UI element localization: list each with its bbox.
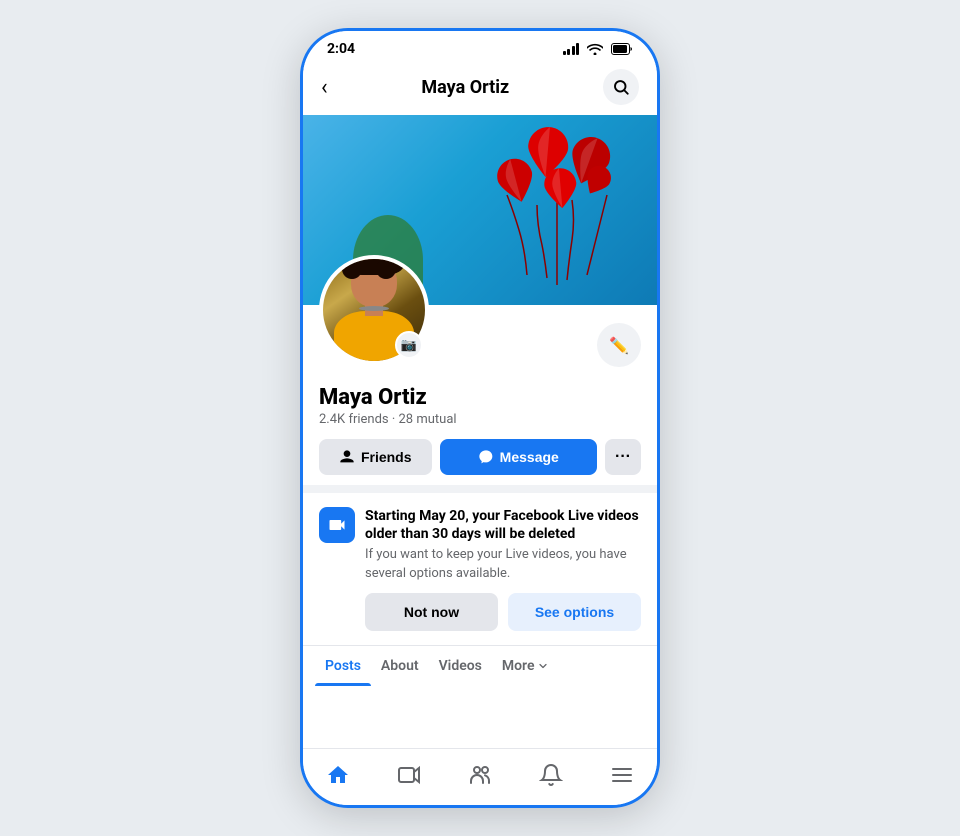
friends-button[interactable]: Friends <box>319 439 432 475</box>
wifi-icon <box>587 43 603 55</box>
friends-icon <box>339 449 355 465</box>
message-label: Message <box>500 449 559 465</box>
profile-tabs: Posts About Videos More <box>303 645 657 686</box>
avatar-wrapper: 📷 <box>319 255 429 365</box>
see-options-button[interactable]: See options <box>508 593 641 631</box>
profile-section: 📷 ✏️ Maya Ortiz 2.4K friends · 28 mutual… <box>303 305 657 485</box>
tab-posts[interactable]: Posts <box>315 646 371 686</box>
more-button[interactable]: ··· <box>605 439 641 475</box>
top-nav: ‹ Maya Ortiz <box>303 63 657 115</box>
video-camera-icon <box>327 515 347 535</box>
bottom-nav-friends[interactable] <box>456 759 504 791</box>
action-buttons: Friends Message ··· <box>319 439 641 475</box>
bottom-nav-video[interactable] <box>385 759 433 791</box>
tab-more[interactable]: More <box>492 646 560 686</box>
bell-icon <box>539 763 563 787</box>
back-button[interactable]: ‹ <box>321 75 328 100</box>
bottom-nav-home[interactable] <box>314 759 362 791</box>
notification-banner: Starting May 20, your Facebook Live vide… <box>303 485 657 645</box>
balloon-cluster <box>477 120 637 290</box>
bottom-nav-bell[interactable] <box>527 759 575 791</box>
more-dots-icon: ··· <box>615 448 631 466</box>
status-bar: 2:04 <box>303 31 657 63</box>
people-icon <box>468 763 492 787</box>
friends-count: 2.4K <box>319 412 345 427</box>
battery-icon <box>611 43 633 55</box>
banner-video-icon <box>319 507 355 543</box>
phone-frame: 2:04 ‹ Maya Ortiz <box>300 28 660 808</box>
bottom-nav-menu[interactable] <box>598 759 646 791</box>
messenger-icon <box>478 449 494 465</box>
search-button[interactable] <box>603 69 639 105</box>
home-icon <box>326 763 350 787</box>
profile-name: Maya Ortiz <box>319 385 641 410</box>
mutual-count: 28 <box>399 412 414 427</box>
banner-content: Starting May 20, your Facebook Live vide… <box>319 507 641 631</box>
status-icons <box>563 43 634 55</box>
menu-icon <box>610 763 634 787</box>
signal-icon <box>563 43 580 55</box>
video-icon <box>397 763 421 787</box>
tab-videos[interactable]: Videos <box>429 646 492 686</box>
mutual-label: mutual <box>416 412 456 427</box>
not-now-button[interactable]: Not now <box>365 593 498 631</box>
bottom-nav <box>303 748 657 805</box>
banner-text: Starting May 20, your Facebook Live vide… <box>365 507 641 631</box>
edit-profile-button[interactable]: ✏️ <box>597 323 641 367</box>
message-button[interactable]: Message <box>440 439 598 475</box>
chevron-down-icon <box>537 660 549 672</box>
status-time: 2:04 <box>327 41 355 57</box>
friends-label: friends <box>348 412 388 427</box>
banner-title: Starting May 20, your Facebook Live vide… <box>365 507 641 543</box>
banner-actions: Not now See options <box>365 593 641 631</box>
search-icon <box>612 78 630 96</box>
page-title: Maya Ortiz <box>421 77 509 98</box>
friends-info: 2.4K friends · 28 mutual <box>319 412 641 427</box>
camera-badge[interactable]: 📷 <box>395 331 423 359</box>
tab-about[interactable]: About <box>371 646 429 686</box>
banner-subtitle: If you want to keep your Live videos, yo… <box>365 546 641 582</box>
friends-label: Friends <box>361 449 412 465</box>
